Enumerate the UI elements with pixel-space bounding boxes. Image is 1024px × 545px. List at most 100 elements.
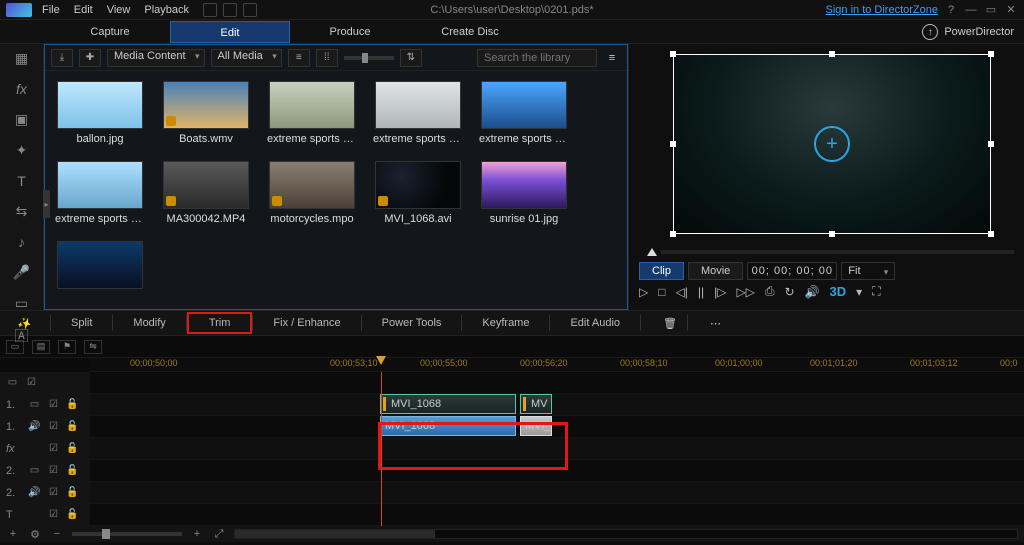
fast-forward-button[interactable]: ▷▷: [736, 285, 754, 299]
resize-handle[interactable]: [988, 141, 994, 147]
stop-button[interactable]: □: [658, 285, 665, 299]
zoom-select[interactable]: Fit: [841, 262, 895, 280]
volume-button[interactable]: 🔊: [805, 285, 820, 299]
resize-handle[interactable]: [988, 231, 994, 237]
track-options-button[interactable]: ⚙: [28, 528, 42, 540]
track-show-icon[interactable]: ☑: [25, 377, 38, 388]
signin-link[interactable]: Sign in to DirectorZone: [826, 4, 939, 16]
keyframe-button[interactable]: Keyframe: [462, 310, 549, 336]
track-visible-toggle[interactable]: ☑: [47, 421, 60, 432]
media-thumb[interactable]: sunrise 01.jpg: [479, 161, 569, 225]
resize-handle[interactable]: [829, 51, 835, 57]
minimize-button[interactable]: —: [964, 4, 978, 16]
preview-pop-out-button[interactable]: ⛶: [872, 284, 880, 299]
media-thumb[interactable]: extreme sports 03.j…: [479, 81, 569, 145]
room-audio-icon[interactable]: ♪: [18, 234, 25, 250]
media-thumb[interactable]: MA300042.MP4: [161, 161, 251, 225]
timeline-clip-video[interactable]: MVI_1068: [380, 394, 516, 414]
playhead-handle[interactable]: [376, 356, 387, 367]
help-button[interactable]: ?: [944, 4, 958, 16]
loop-button[interactable]: ↻: [785, 285, 795, 299]
3d-button[interactable]: 3D: [830, 284, 847, 299]
timeline-ruler[interactable]: 00;00;50;00 00;00;53;10 00;00;55;00 00;0…: [90, 358, 1024, 372]
edit-audio-button[interactable]: Edit Audio: [550, 310, 640, 336]
track-lock-toggle[interactable]: 🔓: [66, 465, 79, 476]
prev-frame-button[interactable]: ◁|: [675, 285, 687, 299]
center-anchor-icon[interactable]: +: [814, 126, 850, 162]
mode-edit[interactable]: Edit: [170, 21, 290, 43]
track-1-audio-lane[interactable]: MVI_1068 MVI_1: [90, 416, 1024, 437]
power-tools-button[interactable]: Power Tools: [362, 310, 462, 336]
timeline-view-2-icon[interactable]: ▤: [32, 340, 50, 354]
add-track-button[interactable]: +: [6, 528, 20, 540]
view-grid-icon[interactable]: ⁞⁞: [316, 49, 338, 67]
thumb-size-slider[interactable]: [344, 56, 394, 60]
resize-handle[interactable]: [670, 141, 676, 147]
fit-zoom-button[interactable]: ⤢: [212, 528, 226, 540]
media-thumb[interactable]: [55, 241, 145, 293]
timeline-scrollbar[interactable]: [234, 529, 1018, 539]
mode-create-disc[interactable]: Create Disc: [410, 21, 530, 43]
maximize-button[interactable]: ▭: [984, 3, 998, 16]
media-filter-select[interactable]: All Media: [211, 49, 282, 67]
delete-button[interactable]: 🗑: [653, 317, 687, 330]
menu-file[interactable]: File: [42, 4, 60, 16]
3d-menu-button[interactable]: ▾: [856, 285, 862, 299]
track-visible-toggle[interactable]: ☑: [47, 399, 60, 410]
track-visible-toggle[interactable]: ☑: [47, 443, 60, 454]
preview-seek-bar[interactable]: [629, 246, 1024, 258]
library-menu-button[interactable]: ≡: [603, 52, 621, 64]
media-thumb[interactable]: ballon.jpg: [55, 81, 145, 145]
media-thumb[interactable]: extreme sports 04.j…: [55, 161, 145, 225]
more-actions-button[interactable]: ⋯: [700, 317, 731, 330]
upload-icon[interactable]: ↑: [922, 24, 938, 40]
resize-handle[interactable]: [829, 231, 835, 237]
rail-expand-toggle[interactable]: ▸: [43, 190, 50, 218]
fix-enhance-button[interactable]: Fix / Enhance: [253, 310, 360, 336]
resize-handle[interactable]: [988, 51, 994, 57]
zoom-out-button[interactable]: −: [50, 528, 64, 540]
timeline-clip-audio[interactable]: MVI_1: [520, 416, 552, 436]
media-thumb[interactable]: extreme sports 02.j…: [373, 81, 463, 145]
room-voice-icon[interactable]: 🎤: [13, 264, 30, 281]
room-media-icon[interactable]: ▦: [15, 50, 28, 67]
media-thumb[interactable]: extreme sports 01.j…: [267, 81, 357, 145]
room-select[interactable]: Media Content: [107, 49, 205, 67]
playhead-icon[interactable]: [647, 248, 657, 256]
trim-button[interactable]: Trim: [187, 312, 253, 334]
plugin-button[interactable]: ✚: [79, 49, 101, 67]
media-thumb[interactable]: motorcycles.mpo: [267, 161, 357, 225]
menu-playback[interactable]: Playback: [144, 4, 189, 16]
zoom-slider[interactable]: [72, 532, 182, 536]
track-lock-toggle[interactable]: 🔓: [66, 399, 79, 410]
zoom-in-button[interactable]: +: [190, 528, 204, 540]
menu-view[interactable]: View: [107, 4, 131, 16]
track-title-lane[interactable]: [90, 504, 1024, 525]
import-button[interactable]: ⤓: [51, 49, 73, 67]
toolbar-save-icon[interactable]: [203, 3, 217, 17]
timeline-clip-video[interactable]: MV: [520, 394, 552, 414]
toolbar-undo-icon[interactable]: [223, 3, 237, 17]
room-fx-icon[interactable]: fx: [16, 81, 27, 97]
timecode-display[interactable]: 00; 00; 00; 00: [747, 262, 837, 280]
track-lock-toggle[interactable]: 🔓: [66, 509, 79, 520]
preview-stage[interactable]: +: [629, 44, 1024, 246]
resize-handle[interactable]: [670, 231, 676, 237]
track-visible-toggle[interactable]: ☑: [47, 487, 60, 498]
magic-tools-icon[interactable]: ✨: [0, 317, 50, 330]
media-thumb[interactable]: MVI_1068.avi: [373, 161, 463, 225]
view-list-icon[interactable]: ≡: [288, 49, 310, 67]
track-lock-toggle[interactable]: 🔓: [66, 487, 79, 498]
modify-button[interactable]: Modify: [113, 310, 185, 336]
resize-handle[interactable]: [670, 51, 676, 57]
split-button[interactable]: Split: [51, 310, 112, 336]
sort-button[interactable]: ⇅: [400, 49, 422, 67]
track-2-video-lane[interactable]: [90, 460, 1024, 481]
room-title-icon[interactable]: T: [17, 173, 26, 189]
search-input[interactable]: [477, 49, 597, 67]
track-fx-lane[interactable]: [90, 438, 1024, 459]
preview-canvas[interactable]: +: [673, 54, 991, 234]
toolbar-redo-icon[interactable]: [243, 3, 257, 17]
pause-button[interactable]: ||: [698, 285, 704, 299]
track-visible-toggle[interactable]: ☑: [47, 465, 60, 476]
